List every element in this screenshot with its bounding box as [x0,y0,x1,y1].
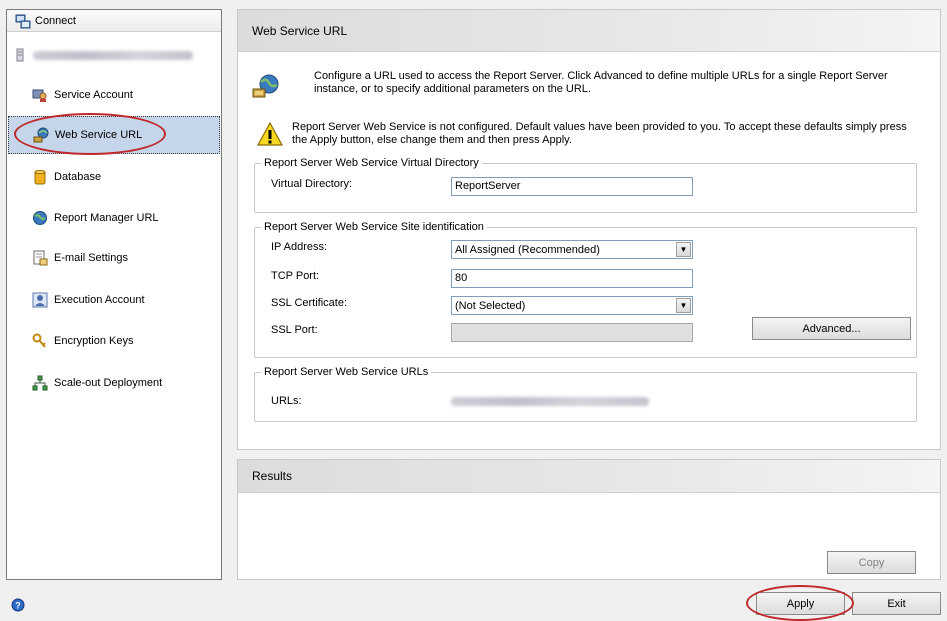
warning-text: Report Server Web Service is not configu… [292,121,907,146]
sidebar-item-scale-out-deployment[interactable]: Scale-out Deployment [8,364,220,402]
ip-address-select[interactable]: All Assigned (Recommended) ▼ [451,240,693,259]
sidebar-item-service-account[interactable]: Service Account [8,76,220,114]
tcp-port-input[interactable]: 80 [451,269,693,288]
connect-button[interactable]: Connect [7,10,221,32]
ip-address-label: IP Address: [271,241,328,253]
virtual-directory-label: Virtual Directory: [271,178,353,190]
results-title: Results [238,460,940,493]
apply-button[interactable]: Apply [756,592,845,615]
connect-icon [15,13,31,29]
urls-label: URLs: [271,395,302,407]
sidebar-item-label: Service Account [54,89,133,101]
info-text: Configure a URL used to access the Repor… [314,70,888,95]
url-link-redacted[interactable] [451,397,649,406]
svg-text:?: ? [15,601,21,611]
sidebar-item-email-settings[interactable]: E-mail Settings [8,239,220,277]
database-icon [32,169,48,185]
sidebar-item-encryption-keys[interactable]: Encryption Keys [8,322,220,360]
server-name-row [15,46,215,64]
connect-label: Connect [35,14,76,27]
help-icon[interactable]: ? [11,598,25,612]
sidebar-item-label: Scale-out Deployment [54,377,163,389]
sidebar-item-web-service-url[interactable]: Web Service URL [8,116,220,154]
sidebar-item-label: Database [54,171,102,183]
results-panel: Results Copy [237,459,941,580]
warning-icon [257,121,283,147]
ssl-port-label: SSL Port: [271,324,318,336]
ssl-certificate-label: SSL Certificate: [271,297,348,309]
urls-group: Report Server Web Service URLs URLs: [254,366,917,422]
globe-icon [32,210,48,226]
group-title: Report Server Web Service Site identific… [261,221,487,233]
sidebar: Connect Service Account Web Service URL … [6,9,222,580]
exit-button[interactable]: Exit [852,592,941,615]
site-identification-group: Report Server Web Service Site identific… [254,221,917,358]
advanced-button[interactable]: Advanced... [752,317,911,340]
group-title: Report Server Web Service Virtual Direct… [261,157,482,169]
sidebar-item-report-manager-url[interactable]: Report Manager URL [8,199,220,237]
sidebar-item-label: E-mail Settings [54,252,128,264]
sidebar-item-database[interactable]: Database [8,158,220,196]
web-service-url-icon [33,127,49,143]
virtual-directory-input[interactable]: ReportServer [451,177,693,196]
page-title: Web Service URL [238,10,940,52]
copy-button[interactable]: Copy [827,551,916,574]
email-icon [32,250,48,266]
sidebar-item-label: Report Manager URL [54,212,159,224]
web-service-globe-icon [251,73,281,99]
network-icon [32,375,48,391]
ssl-port-input [451,323,693,342]
sidebar-item-label: Web Service URL [55,129,143,141]
tcp-port-label: TCP Port: [271,270,320,282]
key-icon [32,333,48,349]
execution-account-icon [32,292,48,308]
virtual-directory-group: Report Server Web Service Virtual Direct… [254,157,917,213]
dropdown-arrow-icon[interactable]: ▼ [676,298,691,313]
server-name-redacted [33,50,193,60]
server-icon [15,47,25,63]
web-service-url-panel: Web Service URL Configure a URL used to … [237,9,941,450]
group-title: Report Server Web Service URLs [261,366,432,378]
sidebar-item-label: Execution Account [54,294,145,306]
ip-address-value: All Assigned (Recommended) [455,243,600,256]
sidebar-item-label: Encryption Keys [54,335,134,347]
sidebar-item-execution-account[interactable]: Execution Account [8,281,220,319]
service-account-icon [32,87,48,103]
ssl-certificate-select[interactable]: (Not Selected) ▼ [451,296,693,315]
dropdown-arrow-icon[interactable]: ▼ [676,242,691,257]
ssl-certificate-value: (Not Selected) [455,299,526,312]
